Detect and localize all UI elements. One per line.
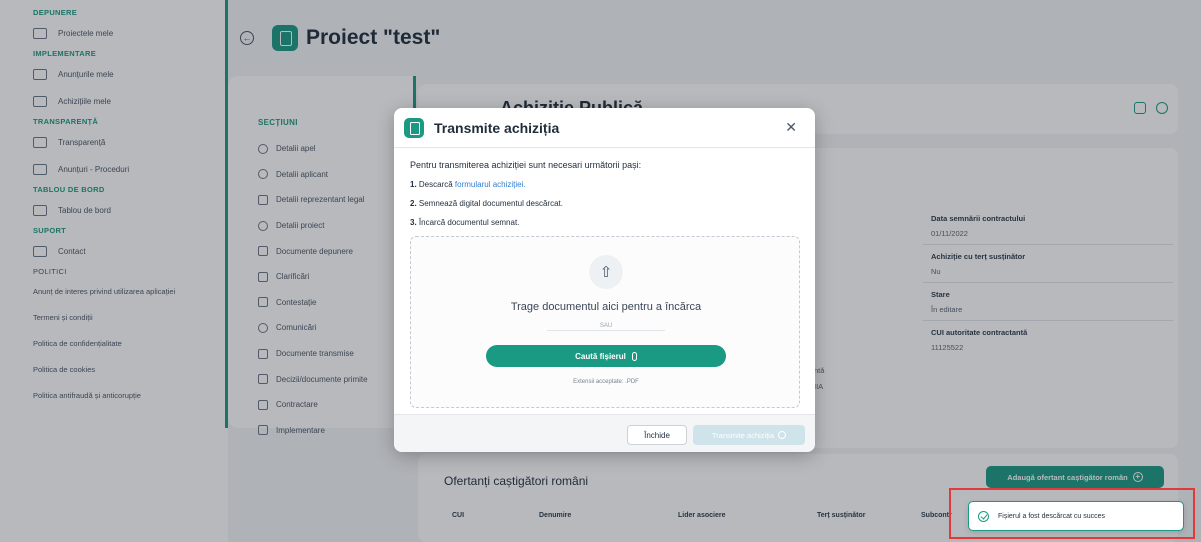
step-2: 2. Semnează digital documentul descărcat…: [410, 199, 563, 208]
modal-intro: Pentru transmiterea achiziției sunt nece…: [410, 160, 642, 170]
step-number: 1.: [410, 180, 417, 189]
submit-acquisition-button[interactable]: Transmite achiziția: [693, 425, 805, 445]
modal-header: Transmite achiziția ✕: [394, 108, 815, 148]
success-toast: Fișierul a fost descărcat cu succes: [968, 501, 1184, 531]
step-number: 3.: [410, 218, 417, 227]
close-button[interactable]: Închide: [627, 425, 687, 445]
accepted-extensions: Extensii acceptate: .PDF: [573, 379, 639, 385]
close-icon[interactable]: ✕: [785, 119, 797, 136]
dropzone-text: Trage documentul aici pentru a încărca: [510, 301, 702, 313]
step-3: 3. Încarcă documentul semnat.: [410, 218, 519, 227]
file-dropzone[interactable]: ⇧ Trage documentul aici pentru a încărca…: [410, 236, 800, 408]
cloud-upload-icon: ⇧: [589, 255, 623, 289]
paperclip-icon: [631, 351, 637, 361]
modal-title: Transmite achiziția: [434, 120, 560, 136]
document-submit-icon: [404, 118, 424, 138]
arrow-circle-icon: [778, 431, 787, 439]
step-text: Descarcă: [418, 180, 455, 189]
toast-message: Fișierul a fost descărcat cu succes: [998, 512, 1105, 520]
browse-file-label: Caută fișierul: [575, 351, 626, 361]
submit-label: Transmite achiziția: [711, 430, 775, 440]
step-text: Semnează digital documentul descărcat.: [418, 199, 563, 208]
submit-acquisition-modal: Transmite achiziția ✕ Pentru transmitere…: [394, 108, 815, 452]
step-number: 2.: [410, 199, 417, 208]
step-text: Încarcă documentul semnat.: [418, 218, 520, 227]
download-form-link[interactable]: formularul achiziției.: [455, 180, 526, 189]
step-1: 1. Descarcă formularul achiziției.: [410, 180, 526, 189]
modal-footer: Închide Transmite achiziția: [394, 414, 815, 452]
or-separator: SAU: [411, 323, 801, 329]
check-circle-icon: [978, 510, 989, 522]
or-label: SAU: [595, 323, 617, 329]
browse-file-button[interactable]: Caută fișierul: [486, 345, 726, 367]
